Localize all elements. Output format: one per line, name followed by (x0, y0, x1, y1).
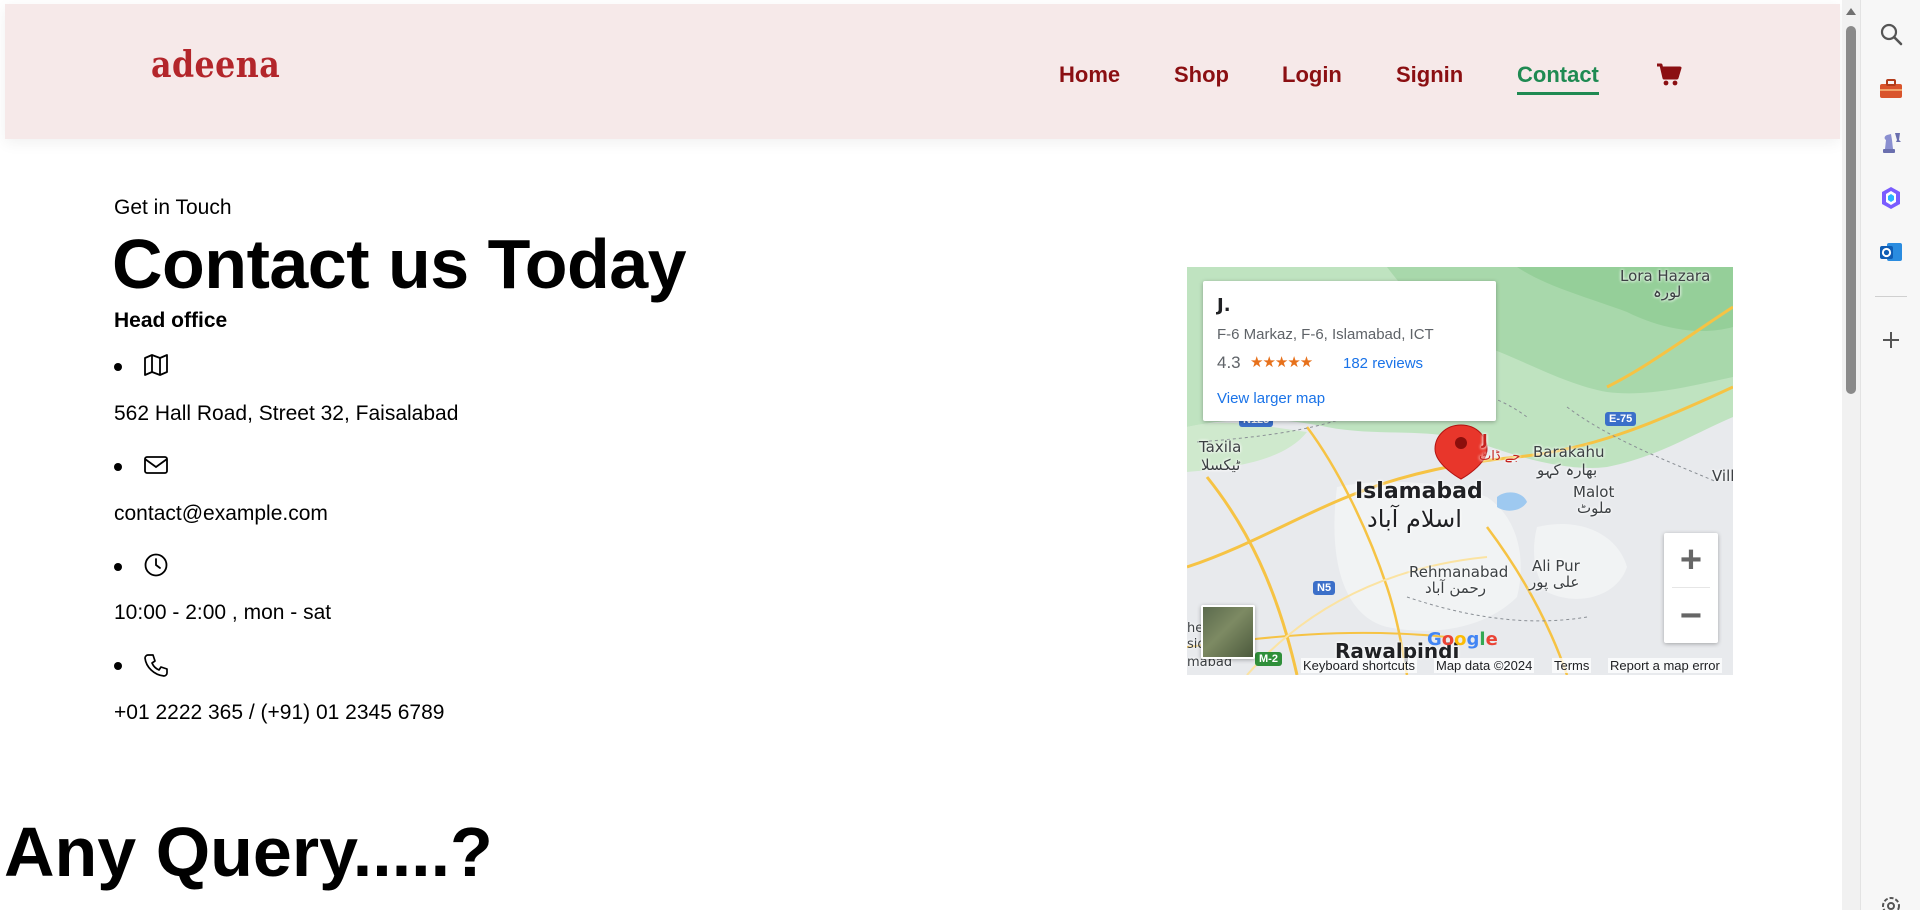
map-label-barakahu: Barakahu (1533, 443, 1605, 461)
zoom-in-button[interactable]: + (1664, 533, 1718, 587)
page-viewport: adeena Home Shop Login Signin Contact Ge… (0, 0, 1842, 910)
nav-signin[interactable]: Signin (1396, 62, 1463, 88)
map-label-lora-urdu: لورہ (1653, 283, 1682, 301)
place-info-card: J. F-6 Markaz, F-6, Islamabad, ICT 4.3 ★… (1203, 281, 1496, 421)
map-label-ali-pur-urdu: علی پور (1529, 573, 1580, 591)
page-scrollbar[interactable] (1842, 0, 1860, 910)
map-label-islamabad-urdu: اسلام آباد (1367, 505, 1462, 533)
site-header: adeena Home Shop Login Signin Contact (5, 4, 1840, 139)
scroll-up-arrow-icon[interactable] (1846, 8, 1856, 15)
phone-icon (144, 654, 168, 677)
map-icon (144, 354, 168, 376)
head-office-heading: Head office (114, 309, 228, 332)
plus-icon[interactable] (1878, 327, 1904, 353)
terms-link[interactable]: Terms (1552, 658, 1592, 673)
chess-icon[interactable] (1878, 130, 1904, 156)
rating-stars-icon: ★★★★★ (1250, 354, 1313, 371)
road-shield-e75: E-75 (1605, 412, 1637, 426)
map-label-islamabad: Islamabad (1355, 479, 1483, 504)
envelope-icon (144, 456, 168, 474)
map-pin-label-urdu: جے ڈاٹ (1479, 449, 1521, 464)
view-larger-map-link[interactable]: View larger map (1217, 390, 1325, 407)
settings-icon[interactable] (1878, 893, 1904, 910)
briefcase-icon[interactable] (1878, 76, 1904, 102)
map-label-barakahu-urdu: بھارہ کہو (1537, 461, 1598, 479)
email-text[interactable]: contact@example.com (114, 502, 328, 526)
keyboard-shortcuts-link[interactable]: Keyboard shortcuts (1301, 658, 1418, 673)
map-footer: Keyboard shortcuts Map data ©2024 Terms … (1187, 655, 1733, 675)
list-bullet (114, 463, 122, 471)
map-label-taxila-urdu: ٹیکسلا (1201, 456, 1241, 474)
place-rating: 4.3 (1217, 353, 1241, 372)
search-icon[interactable] (1878, 21, 1904, 47)
nav-login[interactable]: Login (1282, 62, 1342, 88)
any-query-heading: Any Query.....? (4, 813, 493, 891)
page-title: Contact us Today (112, 225, 687, 303)
contact-eyebrow: Get in Touch (114, 196, 232, 219)
outlook-icon[interactable] (1878, 239, 1904, 265)
list-bullet (114, 563, 122, 571)
nav-home[interactable]: Home (1059, 62, 1120, 88)
zoom-controls: + − (1664, 533, 1718, 643)
zoom-out-button[interactable]: − (1664, 589, 1718, 643)
clock-icon (144, 553, 168, 577)
google-logo: Google (1427, 629, 1498, 650)
map-label-malot-urdu: ملوٹ (1577, 499, 1612, 517)
hours-text: 10:00 - 2:00 , mon - sat (114, 601, 332, 624)
phone-text: +01 2222 365 / (+91) 01 2345 6789 (114, 701, 445, 724)
browser-side-toolbar (1860, 0, 1920, 910)
shopping-cart-icon[interactable] (1656, 63, 1682, 87)
reviews-link[interactable]: 182 reviews (1343, 355, 1423, 372)
scroll-thumb[interactable] (1846, 26, 1856, 394)
place-name: J. (1217, 295, 1231, 316)
embedded-map[interactable]: Taxila ٹیکسلا Barakahu بھارہ کہو Malot م… (1187, 267, 1733, 675)
list-bullet (114, 662, 122, 670)
map-label-villa: Villa (1712, 467, 1733, 485)
list-bullet (114, 363, 122, 371)
road-shield-n5: N5 (1313, 581, 1336, 595)
copilot-icon[interactable] (1878, 185, 1904, 211)
site-logo[interactable]: adeena (151, 44, 280, 86)
map-label-rehmanabad-urdu: رحمن آباد (1425, 579, 1486, 597)
map-label-taxila: Taxila (1199, 438, 1242, 456)
nav-contact[interactable]: Contact (1517, 62, 1599, 95)
address-text: 562 Hall Road, Street 32, Faisalabad (114, 402, 459, 425)
report-map-error-link[interactable]: Report a map error (1608, 658, 1722, 673)
place-address: F-6 Markaz, F-6, Islamabad, ICT (1217, 326, 1434, 343)
zoom-divider (1672, 587, 1710, 588)
map-data-text: Map data ©2024 (1434, 658, 1535, 673)
satellite-toggle-button[interactable] (1201, 605, 1255, 659)
nav-shop[interactable]: Shop (1174, 62, 1229, 88)
toolbar-divider (1875, 296, 1907, 297)
map-pin-label: J (1482, 431, 1488, 449)
